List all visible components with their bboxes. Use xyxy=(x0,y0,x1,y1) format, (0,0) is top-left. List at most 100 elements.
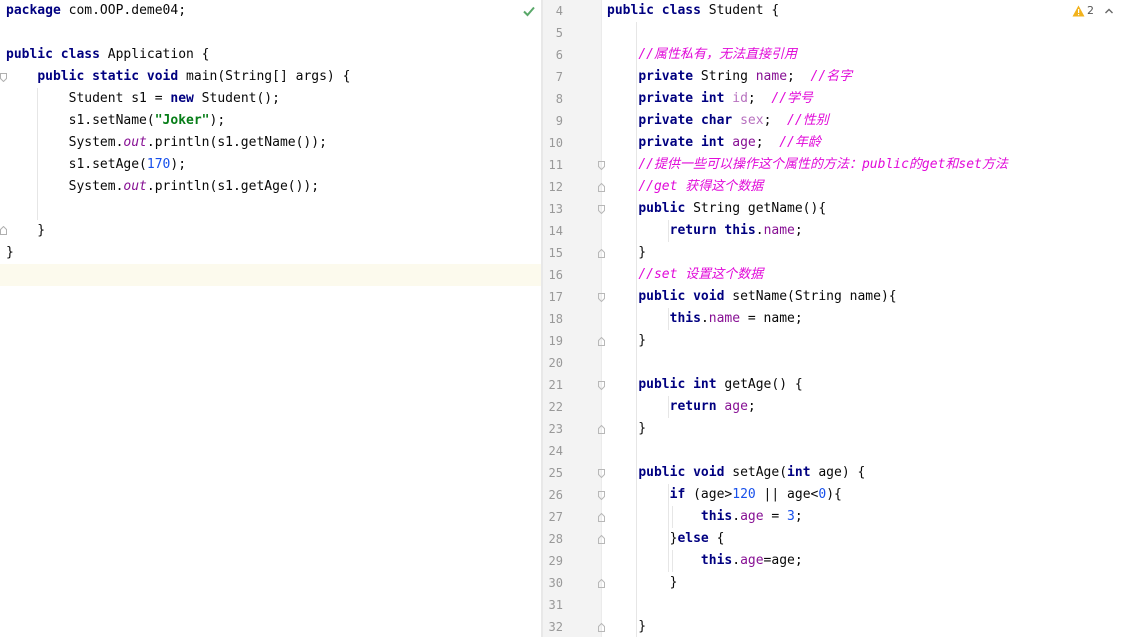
fold-marker-icon[interactable] xyxy=(598,535,605,544)
code-token: public xyxy=(638,289,686,304)
code-token: (age> xyxy=(685,487,733,502)
line-number: 28 xyxy=(548,532,563,546)
code-token: } xyxy=(607,421,647,436)
line-number: 4 xyxy=(555,4,563,18)
code-line[interactable]: this.name = name; xyxy=(607,308,803,330)
code-line[interactable]: //属性私有，无法直接引用 xyxy=(607,44,797,66)
line-number: 15 xyxy=(548,246,563,260)
line-number: 16 xyxy=(548,268,563,282)
code-line[interactable]: } xyxy=(607,242,646,264)
code-line[interactable]: //get 获得这个数据 xyxy=(607,176,763,198)
fold-marker-icon[interactable] xyxy=(598,381,605,390)
line-number: 13 xyxy=(548,202,563,216)
code-line[interactable]: } xyxy=(607,418,646,440)
code-token: ){ xyxy=(826,487,842,502)
code-line[interactable]: } xyxy=(6,242,14,264)
code-token: char xyxy=(700,113,733,128)
code-line[interactable]: public String getName(){ xyxy=(607,198,826,220)
code-line[interactable]: System.out.println(s1.getAge()); xyxy=(6,176,319,198)
code-line[interactable]: s1.setAge(170); xyxy=(6,154,186,176)
code-line[interactable]: s1.setName("Joker"); xyxy=(6,110,226,132)
left-editor-pane[interactable]: package com.OOP.deme04; public class Appl… xyxy=(0,0,541,637)
code-line[interactable]: private int id; //学号 xyxy=(607,88,813,110)
code-token: setName(String name){ xyxy=(724,289,897,304)
fold-marker-icon[interactable] xyxy=(0,226,7,235)
code-token: public xyxy=(638,465,686,480)
code-token: Student { xyxy=(700,3,780,18)
right-editor-pane[interactable]: 4 5 6 7 8 9 10 11 12 13 14 15 16 17 18 19 20 21 22 23 24 25 26… xyxy=(543,0,1122,637)
fold-marker-icon[interactable] xyxy=(598,425,605,434)
code-line[interactable]: if (age>120 || age<0){ xyxy=(607,484,842,506)
code-line[interactable]: //set 设置这个数据 xyxy=(607,264,763,286)
code-token: } xyxy=(607,245,647,260)
code-line[interactable]: private String name; //名字 xyxy=(607,66,852,88)
code-token: sex xyxy=(740,113,764,128)
code-token: out xyxy=(123,135,147,150)
line-number: 17 xyxy=(548,290,563,304)
warning-icon[interactable] xyxy=(1072,5,1085,21)
code-token: ); xyxy=(209,113,226,128)
code-line[interactable]: } xyxy=(607,616,646,637)
fold-marker-icon[interactable] xyxy=(598,469,605,478)
code-line[interactable]: public class Application { xyxy=(6,44,210,66)
code-line[interactable]: public int getAge() { xyxy=(607,374,802,396)
fold-marker-icon[interactable] xyxy=(598,293,605,302)
line-number: 5 xyxy=(555,26,563,40)
code-line[interactable]: } xyxy=(6,220,45,242)
code-token: this xyxy=(700,553,733,568)
fold-marker-icon[interactable] xyxy=(598,205,605,214)
fold-marker-icon[interactable] xyxy=(598,249,605,258)
code-line[interactable]: } xyxy=(607,330,646,352)
fold-marker-icon[interactable] xyxy=(598,513,605,522)
code-line[interactable]: private int age; //年龄 xyxy=(607,132,821,154)
code-line[interactable]: Student s1 = new Student(); xyxy=(6,88,280,110)
code-line[interactable]: private char sex; //性别 xyxy=(607,110,828,132)
code-token: int xyxy=(693,377,717,392)
chevron-up-icon[interactable] xyxy=(1104,4,1114,22)
warning-count[interactable]: 2 xyxy=(1087,4,1094,17)
code-token: public xyxy=(638,201,686,216)
code-line[interactable]: public class Student { xyxy=(607,0,779,22)
code-token: ); xyxy=(170,157,187,172)
fold-marker-icon[interactable] xyxy=(598,623,605,632)
code-line[interactable]: public static void main(String[] args) { xyxy=(6,66,350,88)
fold-marker-icon[interactable] xyxy=(598,161,605,170)
code-line[interactable]: return this.name; xyxy=(607,220,803,242)
line-number: 19 xyxy=(548,334,563,348)
code-line[interactable]: } xyxy=(607,572,678,594)
code-token: id xyxy=(732,91,748,106)
code-token: void xyxy=(693,465,725,480)
code-line[interactable]: }else { xyxy=(607,528,725,550)
code-token: ; xyxy=(787,69,811,84)
code-line[interactable]: this.age = 3; xyxy=(607,506,803,528)
code-line[interactable]: public void setAge(int age) { xyxy=(607,462,865,484)
code-token: s1.setAge( xyxy=(6,157,147,172)
fold-marker-icon[interactable] xyxy=(598,337,605,346)
code-line[interactable]: return age; xyxy=(607,396,756,418)
fold-marker-icon[interactable] xyxy=(598,491,605,500)
code-line[interactable]: package com.OOP.deme04; xyxy=(6,0,186,22)
code-token: main(String[] args) { xyxy=(178,69,351,84)
code-token: } xyxy=(607,531,678,546)
fold-marker-icon[interactable] xyxy=(0,73,7,82)
line-number: 27 xyxy=(548,510,563,524)
code-line[interactable]: System.out.println(s1.getName()); xyxy=(6,132,327,154)
code-token: new xyxy=(170,91,194,106)
code-token: } xyxy=(607,619,647,634)
fold-marker-icon[interactable] xyxy=(598,183,605,192)
code-token: ; xyxy=(794,223,803,238)
line-number: 7 xyxy=(555,70,563,84)
code-line[interactable]: public void setName(String name){ xyxy=(607,286,897,308)
code-line[interactable]: //提供一些可以操作这个属性的方法：public的get和set方法 xyxy=(607,154,1008,176)
code-token: private xyxy=(638,113,694,128)
code-token: ; xyxy=(763,113,788,128)
fold-marker-icon[interactable] xyxy=(598,579,605,588)
code-token: //学号 xyxy=(771,91,814,106)
code-line[interactable]: this.age=age; xyxy=(607,550,803,572)
line-number: 20 xyxy=(548,356,563,370)
code-token: = name; xyxy=(740,311,803,326)
